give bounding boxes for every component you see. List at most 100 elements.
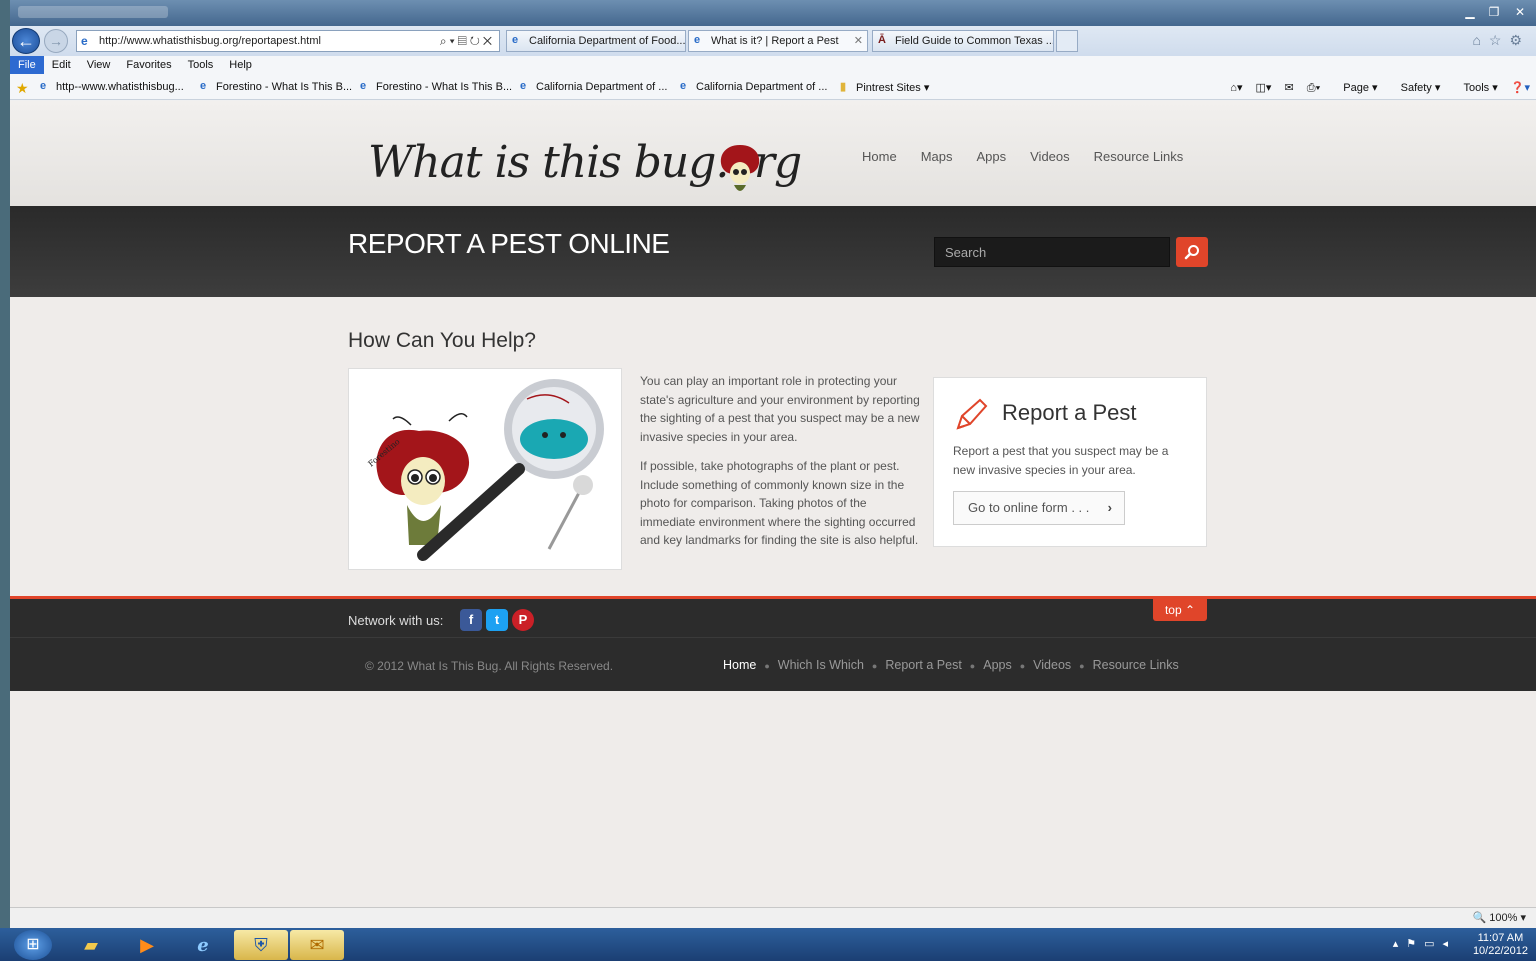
fav-item[interactable]: e Forestino - What Is This B... xyxy=(200,80,353,93)
security-shield-taskbar-icon[interactable]: ⛨ xyxy=(234,930,288,960)
search-input[interactable] xyxy=(934,237,1170,267)
tab-label: California Department of Food... xyxy=(529,35,686,47)
clock-date: 10/22/2012 xyxy=(1472,945,1528,957)
restore-button[interactable]: ❐ xyxy=(1482,3,1506,21)
mail-icon[interactable]: ✉ xyxy=(1285,82,1294,94)
internet-explorer-taskbar-icon[interactable]: e xyxy=(176,930,230,960)
menu-help[interactable]: Help xyxy=(221,56,260,74)
fav-item[interactable]: e California Department of ... xyxy=(520,80,667,93)
forward-button[interactable]: → xyxy=(44,29,68,53)
footer-link-home[interactable]: Home xyxy=(723,658,756,672)
report-pest-card: Report a Pest Report a pest that you sus… xyxy=(933,377,1207,547)
favorites-bar: ★ e http--www.whatisthisbug... e Forestino… xyxy=(10,76,1536,100)
fav-item[interactable]: e Forestino - What Is This B... xyxy=(360,80,512,93)
footer-divider xyxy=(10,637,1536,638)
site-header: What is this bug.org Home Maps Apps Videos R… xyxy=(10,101,1536,206)
tab-field-guide[interactable]: Ā Field Guide to Common Texas ... xyxy=(872,30,1054,52)
search-button[interactable] xyxy=(1176,237,1208,267)
nav-maps[interactable]: Maps xyxy=(921,149,953,164)
menu-tools[interactable]: Tools xyxy=(180,56,222,74)
menu-view[interactable]: View xyxy=(79,56,119,74)
tab-california-food[interactable]: e California Department of Food... xyxy=(506,30,686,52)
tools-menu[interactable]: Tools ▾ xyxy=(1453,82,1497,94)
page-banner: REPORT A PEST ONLINE xyxy=(10,206,1536,297)
system-tray[interactable]: ▴⚑▭◂ xyxy=(1393,937,1456,950)
ie-page-icon: e xyxy=(40,80,47,92)
mail-taskbar-icon[interactable]: ✉ xyxy=(290,930,344,960)
pinterest-icon[interactable]: P xyxy=(512,609,534,631)
search-icon xyxy=(1184,245,1199,260)
browser-window: ▁ ❐ ✕ ← → e http://www.whatisthisbug.org… xyxy=(10,0,1536,928)
fav-label: California Department of ... xyxy=(696,81,828,93)
report-card-text: Report a pest that you suspect may be a … xyxy=(953,444,1169,477)
footer-link-resource-links[interactable]: Resource Links xyxy=(1093,658,1179,672)
tab-report-a-pest[interactable]: e What is it? | Report a Pest ✕ xyxy=(688,30,868,52)
feeds-icon[interactable]: ◫▾ xyxy=(1256,82,1272,94)
help-icon[interactable]: ❓▾ xyxy=(1511,82,1530,94)
print-icon[interactable]: ⎙▾ xyxy=(1307,82,1320,94)
zoom-control[interactable]: 🔍 100% ▾ xyxy=(1473,911,1526,924)
new-tab-button[interactable] xyxy=(1056,30,1078,52)
mascot-with-magnifier-image: Forestino xyxy=(367,379,604,561)
mascot-illustration: Forestino xyxy=(348,368,622,570)
start-button[interactable]: ⊞ xyxy=(14,930,52,960)
tab-label: Field Guide to Common Texas ... xyxy=(895,35,1054,47)
back-to-top-button[interactable]: top ⌃ xyxy=(1153,599,1207,621)
twitter-icon[interactable]: t xyxy=(486,609,508,631)
intro-paragraph: You can play an important role in protec… xyxy=(640,374,920,444)
page-menu[interactable]: Page ▾ xyxy=(1333,82,1377,94)
close-window-button[interactable]: ✕ xyxy=(1508,3,1532,21)
browser-toolbar-icons[interactable]: ⌂☆⚙ xyxy=(1472,32,1530,49)
explorer-taskbar-icon[interactable]: ▰ xyxy=(64,930,118,960)
home-icon[interactable]: ⌂▾ xyxy=(1230,82,1242,94)
nav-home[interactable]: Home xyxy=(862,149,897,164)
menu-favorites[interactable]: Favorites xyxy=(118,56,179,74)
fav-label: http--www.whatisthisbug... xyxy=(56,81,184,93)
clock[interactable]: 11:07 AM 10/22/2012 xyxy=(1473,932,1528,958)
main-nav: Home Maps Apps Videos Resource Links xyxy=(862,149,1207,164)
ie-page-icon: e xyxy=(520,80,527,92)
command-bar: ⌂▾ ◫▾ ✉ ⎙▾ Page ▾ Safety ▾ Tools ▾ ❓▾ xyxy=(1220,81,1530,95)
ie-page-icon: e xyxy=(360,80,367,92)
ie-page-icon: e xyxy=(200,80,207,92)
favorites-star-icon[interactable]: ★ xyxy=(16,80,29,97)
minimize-button[interactable]: ▁ xyxy=(1458,3,1482,21)
fav-item[interactable]: e http--www.whatisthisbug... xyxy=(40,80,184,93)
page-viewport: What is this bug.org Home Maps Apps Videos R… xyxy=(10,101,1536,907)
fav-label: Pintrest Sites xyxy=(856,82,921,94)
clock-time: 11:07 AM xyxy=(1477,932,1524,944)
footer-link-apps[interactable]: Apps xyxy=(983,658,1012,672)
address-actions[interactable]: ⌕▾▤↻✕ xyxy=(440,31,495,51)
address-bar[interactable]: e http://www.whatisthisbug.org/reportape… xyxy=(76,30,500,52)
zoom-icon: 🔍 xyxy=(1472,912,1487,924)
online-form-button[interactable]: Go to online form . . . › xyxy=(953,491,1125,525)
nav-apps[interactable]: Apps xyxy=(976,149,1006,164)
media-player-taskbar-icon[interactable]: ▶ xyxy=(120,930,174,960)
zoom-level: 100% xyxy=(1489,912,1518,924)
footer-link-videos[interactable]: Videos xyxy=(1033,658,1071,672)
separator-dot: ● xyxy=(764,661,770,671)
fav-item[interactable]: e California Department of ... xyxy=(680,80,828,93)
main-content: How Can You Help? Forestino You can play… xyxy=(10,297,1536,597)
nav-videos[interactable]: Videos xyxy=(1030,149,1070,164)
footer-link-which-is-which[interactable]: Which Is Which xyxy=(778,658,864,672)
ie-page-icon: e xyxy=(680,80,687,92)
footer-link-report-a-pest[interactable]: Report a Pest xyxy=(885,658,961,672)
chevron-right-icon: › xyxy=(1107,500,1112,515)
chevron-up-icon: ⌃ xyxy=(1184,603,1196,617)
facebook-icon[interactable]: f xyxy=(460,609,482,631)
safety-menu[interactable]: Safety ▾ xyxy=(1391,82,1441,94)
back-button[interactable]: ← xyxy=(12,28,40,54)
menu-edit[interactable]: Edit xyxy=(44,56,79,74)
menu-bar: File Edit View Favorites Tools Help xyxy=(10,56,1536,76)
safety-menu-label: Safety xyxy=(1400,82,1432,94)
page-title: REPORT A PEST ONLINE xyxy=(348,228,670,259)
close-tab-icon[interactable]: ✕ xyxy=(854,31,863,51)
nav-resource-links[interactable]: Resource Links xyxy=(1094,149,1184,164)
status-bar: 🔍 100% ▾ xyxy=(10,907,1536,928)
separator-dot: ● xyxy=(1079,661,1085,671)
fav-folder-pintrest[interactable]: ▮ Pintrest Sites ▾ xyxy=(840,81,929,94)
menu-file[interactable]: File xyxy=(10,56,44,74)
fav-label: Forestino - What Is This B... xyxy=(216,81,353,93)
footer-nav: Home ● Which Is Which ● Report a Pest ● Apps ● V… xyxy=(723,658,1179,672)
